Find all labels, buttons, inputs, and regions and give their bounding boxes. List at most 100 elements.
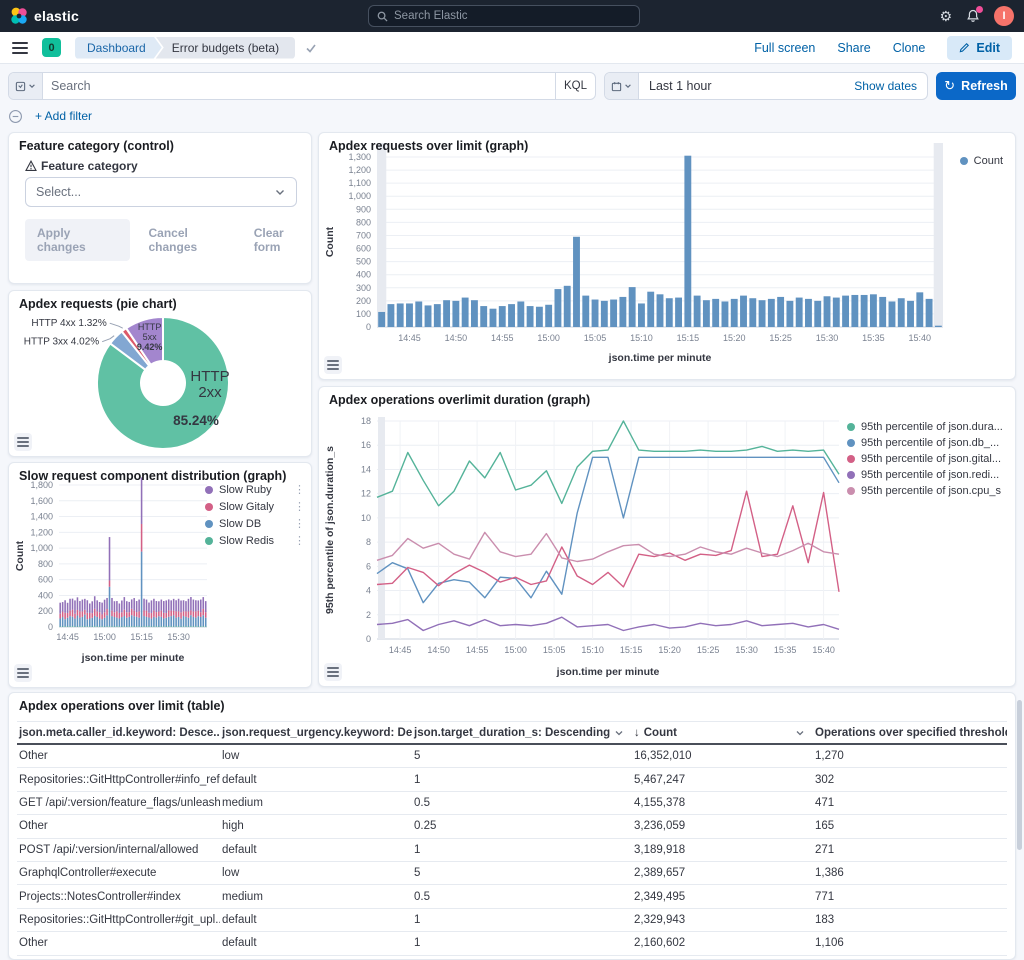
- pie-chart-canvas[interactable]: HTTP2xx85.24%HTTP5xx9.42%HTTP 4xx 1.32%H…: [9, 291, 313, 458]
- chevron-down-icon[interactable]: [614, 728, 624, 738]
- table-cell: 1: [412, 774, 632, 786]
- time-range-value[interactable]: Last 1 hour: [639, 79, 854, 93]
- notification-dot: [976, 6, 983, 13]
- refresh-button[interactable]: ↻ Refresh: [936, 72, 1016, 100]
- svg-text:1,300: 1,300: [348, 152, 371, 162]
- legend-dot-icon: [847, 487, 855, 495]
- refresh-icon: ↻: [944, 78, 955, 94]
- edit-button[interactable]: Edit: [947, 36, 1012, 60]
- svg-text:1,600: 1,600: [30, 496, 53, 506]
- svg-text:0: 0: [48, 622, 53, 632]
- legend-item[interactable]: Slow Gitaly⋮: [205, 500, 305, 513]
- apdex-operations-table-panel: Apdex operations over limit (table) json…: [8, 692, 1016, 960]
- query-bar: KQL Last 1 hour Show dates ↻ Refresh: [0, 64, 1024, 104]
- breadcrumb: Dashboard Error budgets (beta): [75, 37, 317, 59]
- svg-text:14:45: 14:45: [389, 645, 412, 655]
- menu-icon[interactable]: [12, 42, 28, 54]
- table-header-cell[interactable]: ↓Count: [632, 727, 813, 739]
- feature-category-select[interactable]: Select...: [25, 177, 297, 207]
- legend-menu-icon[interactable]: ⋮: [290, 500, 305, 513]
- breadcrumb-current: Error budgets (beta): [156, 37, 295, 59]
- global-search-input[interactable]: [394, 10, 631, 22]
- notifications-bell-icon[interactable]: [966, 9, 980, 23]
- search-input[interactable]: [43, 79, 555, 93]
- data-table: json.meta.caller_id.keyword: Desce...jso…: [17, 721, 1007, 956]
- share-button[interactable]: Share: [837, 41, 870, 55]
- kql-button[interactable]: KQL: [555, 73, 595, 99]
- gear-icon[interactable]: ⚙: [939, 9, 952, 23]
- legend-menu-icon[interactable]: ⋮: [290, 517, 305, 530]
- table-header-cell[interactable]: json.request_urgency.keyword: Des...: [220, 727, 412, 739]
- cancel-changes-button[interactable]: Cancel changes: [148, 226, 235, 254]
- legend-item[interactable]: 95th percentile of json.cpu_s: [847, 485, 1007, 497]
- legend-item[interactable]: 95th percentile of json.redi...: [847, 469, 1007, 481]
- svg-text:9.42%: 9.42%: [137, 342, 163, 352]
- svg-text:15:00: 15:00: [93, 632, 116, 642]
- table-header-cell[interactable]: json.meta.caller_id.keyword: Desce...: [17, 727, 220, 739]
- svg-text:14: 14: [361, 464, 371, 474]
- svg-text:0: 0: [366, 322, 371, 332]
- svg-text:1,200: 1,200: [30, 527, 53, 537]
- bar-chart-canvas[interactable]: 01002003004005006007008009001,0001,1001,…: [319, 133, 1017, 381]
- legend-menu-icon[interactable]: ⋮: [290, 534, 305, 547]
- legend-item[interactable]: Slow Ruby⋮: [205, 483, 305, 496]
- table-cell: high: [220, 820, 412, 832]
- date-picker: Last 1 hour Show dates: [604, 72, 928, 100]
- chevron-down-icon: [274, 186, 286, 198]
- panel-title: Apdex requests (pie chart): [19, 297, 177, 311]
- table-cell: POST /api/:version/internal/allowed: [17, 844, 220, 856]
- legend-item[interactable]: 95th percentile of json.db_...: [847, 437, 1007, 449]
- legend-item[interactable]: Slow DB⋮: [205, 517, 305, 530]
- table-cell: 165: [813, 820, 1007, 832]
- svg-text:800: 800: [38, 559, 53, 569]
- column-label: Operations over specified threshold...: [815, 727, 1007, 739]
- svg-text:14:45: 14:45: [56, 632, 79, 642]
- saved-query-menu[interactable]: [9, 73, 43, 99]
- table-cell: 0.25: [412, 820, 632, 832]
- add-filter-button[interactable]: + Add filter: [35, 109, 92, 123]
- apply-changes-button[interactable]: Apply changes: [25, 219, 130, 261]
- space-badge[interactable]: 0: [42, 38, 61, 57]
- panel-options-icon[interactable]: [324, 356, 342, 374]
- user-avatar[interactable]: I: [994, 6, 1014, 26]
- svg-text:1,000: 1,000: [348, 191, 371, 201]
- legend-menu-icon[interactable]: ⋮: [290, 483, 305, 496]
- legend-dot-icon: [847, 471, 855, 479]
- full-screen-button[interactable]: Full screen: [754, 41, 815, 55]
- stacked-chart-legend: Slow Ruby⋮ Slow Gitaly⋮ Slow DB⋮ Slow Redis…: [205, 483, 305, 547]
- calendar-menu[interactable]: [605, 73, 639, 99]
- svg-text:15:05: 15:05: [584, 333, 607, 343]
- table-header-cell[interactable]: Operations over specified threshold...: [813, 727, 1007, 739]
- svg-text:15:35: 15:35: [862, 333, 885, 343]
- table-header-cell[interactable]: json.target_duration_s: Descending: [412, 727, 632, 739]
- legend-item[interactable]: Count: [960, 155, 1003, 167]
- table-cell: default: [220, 844, 412, 856]
- panel-title: Apdex requests over limit (graph): [329, 139, 528, 153]
- legend-item[interactable]: Slow Redis⋮: [205, 534, 305, 547]
- svg-text:15:20: 15:20: [723, 333, 746, 343]
- elastic-logo[interactable]: elastic: [10, 7, 79, 25]
- svg-text:6: 6: [366, 561, 371, 571]
- global-search[interactable]: [368, 5, 640, 27]
- feature-category-label: Feature category: [25, 159, 138, 173]
- legend-label: 95th percentile of json.cpu_s: [861, 485, 1001, 497]
- legend-label: Count: [974, 155, 1003, 167]
- pencil-icon: [959, 42, 970, 53]
- table-cell: 2,349,495: [632, 891, 813, 903]
- show-dates-button[interactable]: Show dates: [854, 79, 927, 93]
- filter-options-icon[interactable]: [8, 109, 23, 124]
- breadcrumb-dashboard[interactable]: Dashboard: [75, 37, 162, 59]
- legend-item[interactable]: 95th percentile of json.gital...: [847, 453, 1007, 465]
- clear-form-button[interactable]: Clear form: [254, 226, 311, 254]
- legend-item[interactable]: 95th percentile of json.dura...: [847, 421, 1007, 433]
- chevron-down-icon[interactable]: [795, 728, 805, 738]
- panel-options-icon[interactable]: [324, 663, 342, 681]
- page-scrollbar[interactable]: [1017, 700, 1022, 850]
- panel-options-icon[interactable]: [14, 433, 32, 451]
- table-cell: Other: [17, 937, 220, 949]
- svg-text:json.time per minute: json.time per minute: [608, 352, 712, 364]
- table-cell: 0.5: [412, 891, 632, 903]
- svg-text:14:55: 14:55: [466, 645, 489, 655]
- panel-options-icon[interactable]: [14, 664, 32, 682]
- clone-button[interactable]: Clone: [893, 41, 926, 55]
